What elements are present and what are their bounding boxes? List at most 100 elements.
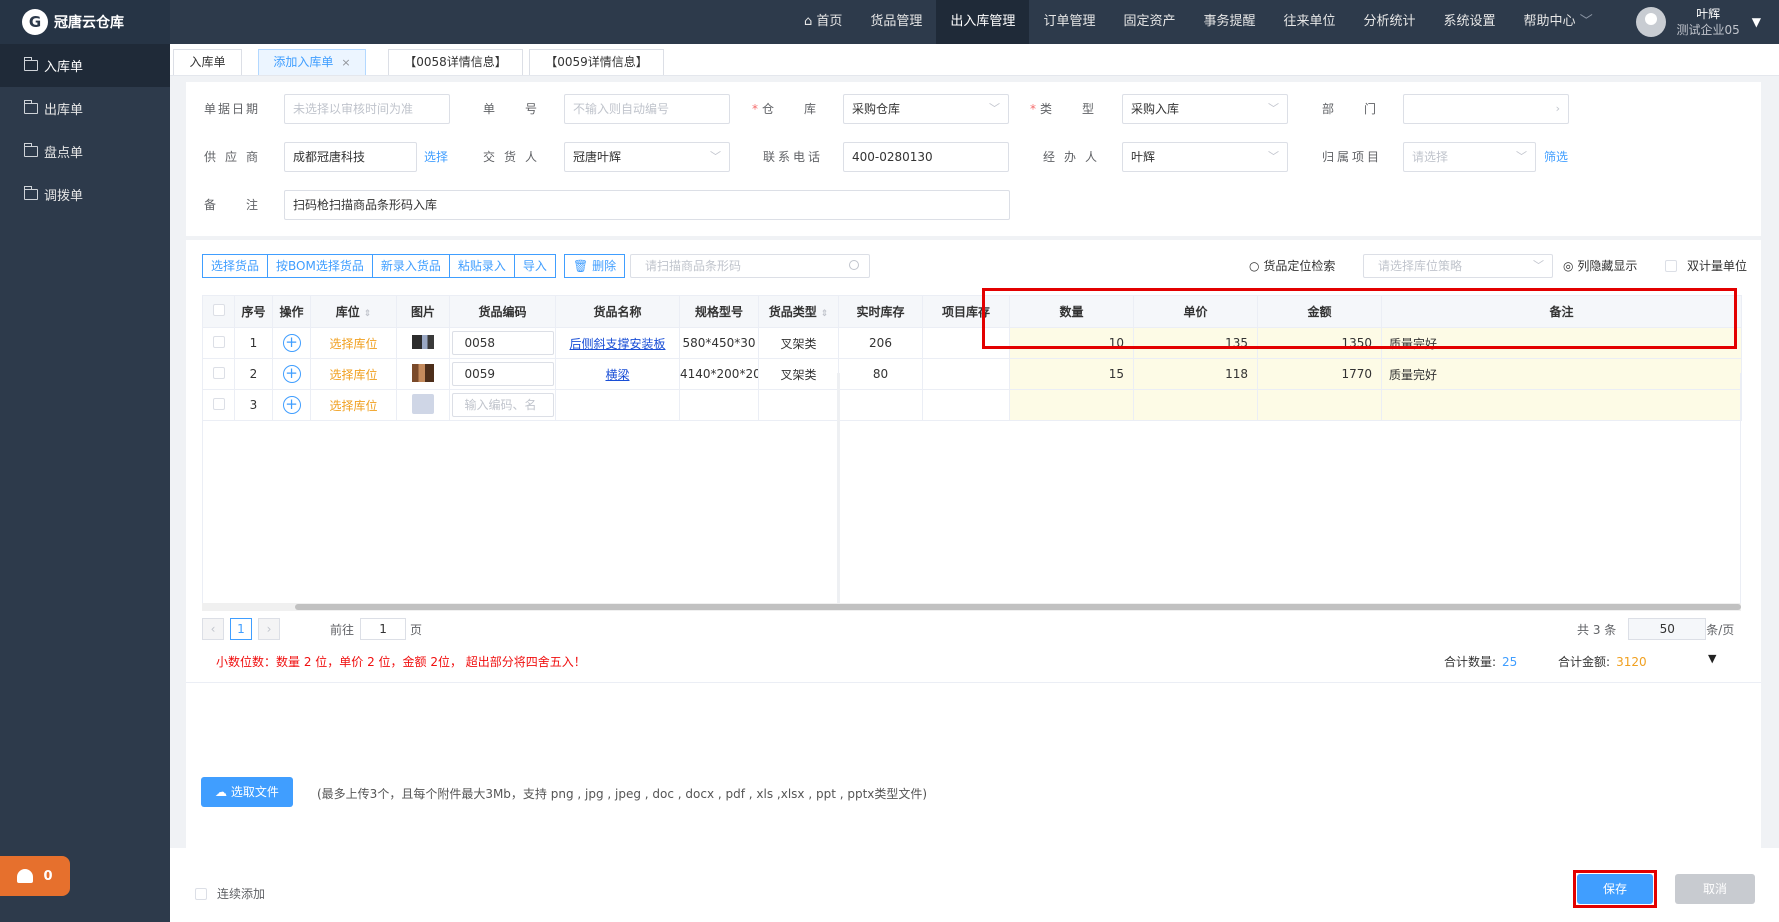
app-logo[interactable]: G 冠唐云仓库: [0, 0, 170, 44]
sidebar-item-transfer[interactable]: 调拨单: [0, 173, 170, 216]
highlight-box-qty-price-amount: [982, 288, 1737, 349]
row-checkbox[interactable]: [212, 335, 225, 348]
save-button[interactable]: 保存: [1577, 874, 1653, 904]
order-no-label: 单号: [483, 102, 568, 116]
col-goods-type[interactable]: 货品类型 ⇕: [758, 295, 839, 328]
sidebar-item-stocktake[interactable]: 盘点单: [0, 130, 170, 173]
goods-code-input[interactable]: 0058: [451, 331, 554, 355]
chevron-right-icon: ›: [1555, 102, 1560, 115]
page-size-select[interactable]: 50: [1628, 618, 1707, 640]
tab-add-inbound[interactable]: 添加入库单 ×: [258, 49, 366, 75]
add-row-icon[interactable]: +: [282, 334, 301, 352]
tab-0058-detail[interactable]: 【0058详情信息】: [388, 49, 523, 75]
col-action: 操作: [272, 295, 311, 328]
page-number[interactable]: 1: [230, 618, 252, 640]
search-icon: ○: [1249, 259, 1260, 273]
sort-icon[interactable]: ⇕: [364, 309, 372, 319]
chevron-down-icon: ﹀: [710, 150, 721, 163]
project-filter-link[interactable]: 筛选: [1544, 142, 1568, 172]
header-form: 单据日期 未选择以审核时间为准 单号 不输入则自动编号 * 仓库 采购仓库 ﹀ * 类…: [186, 82, 1761, 236]
nav-goods[interactable]: 货品管理: [856, 0, 936, 44]
grid-toolbar: 选择货品 按BOM选择货品 新录入货品 粘贴录入 导入: [202, 254, 556, 278]
nav-analytics[interactable]: 分析统计: [1350, 0, 1430, 44]
nav-help[interactable]: 帮助中心 ﹀: [1510, 0, 1607, 44]
continue-add-checkbox[interactable]: [195, 887, 207, 900]
select-all-cell[interactable]: [202, 295, 235, 328]
nav-settings[interactable]: 系统设置: [1430, 0, 1510, 44]
warehouse-select[interactable]: 采购仓库 ﹀: [843, 94, 1009, 124]
new-goods-button[interactable]: 新录入货品: [371, 254, 450, 278]
paste-entry-button[interactable]: 粘贴录入: [448, 254, 515, 278]
collapse-caret-icon[interactable]: ▼: [1708, 652, 1716, 665]
order-no-field[interactable]: 不输入则自动编号: [564, 94, 730, 124]
nav-orders[interactable]: 订单管理: [1029, 0, 1109, 44]
total-count: 共 3 条: [1577, 622, 1617, 637]
goods-name-link[interactable]: 后侧斜支撑安装板: [569, 337, 665, 351]
col-location[interactable]: 库位 ⇕: [310, 295, 397, 328]
folder-icon: [23, 100, 38, 114]
goods-stock: 206: [838, 327, 923, 359]
sort-icon[interactable]: ⇕: [821, 309, 829, 319]
barcode-scan-input[interactable]: 请扫描商品条形码: [630, 254, 870, 278]
user-menu[interactable]: 叶辉 测试企业05 ▼: [1636, 0, 1761, 44]
total-amount-value: 3120: [1616, 655, 1647, 669]
delete-button[interactable]: 🗑 删除: [564, 254, 626, 278]
eye-icon: ◎: [1563, 259, 1574, 273]
deliverer-select[interactable]: 冠唐叶辉 ﹀: [564, 142, 730, 172]
upload-file-button[interactable]: ☁ 选取文件: [201, 777, 293, 807]
select-goods-button[interactable]: 选择货品: [202, 254, 269, 278]
handler-select[interactable]: 叶辉 ﹀: [1122, 142, 1288, 172]
column-visibility-toggle[interactable]: ◎ 列隐藏显示: [1563, 254, 1637, 278]
handler-label: 经办人: [1043, 150, 1107, 164]
goto-page-input[interactable]: 1: [360, 618, 407, 640]
location-strategy-select[interactable]: 请选择库位策略 ﹀: [1363, 254, 1553, 278]
goods-spec: 580*450*30: [679, 327, 759, 359]
import-button[interactable]: 导入: [513, 254, 556, 278]
remark-field[interactable]: 扫码枪扫描商品条形码入库: [284, 190, 1010, 220]
close-icon[interactable]: ×: [341, 56, 350, 69]
cancel-button[interactable]: 取消: [1675, 874, 1755, 904]
continue-add-toggle[interactable]: 连续添加: [195, 885, 265, 902]
type-select[interactable]: 采购入库 ﹀: [1122, 94, 1288, 124]
sidebar: 入库单 出库单 盘点单 调拨单: [0, 44, 170, 922]
date-field[interactable]: 未选择以审核时间为准: [284, 94, 450, 124]
tab-inbound-list[interactable]: 入库单: [173, 49, 242, 75]
nav-home[interactable]: ⌂ 首页: [790, 0, 856, 44]
folder-icon: [23, 143, 38, 157]
remark-label: 备注: [204, 198, 289, 212]
pagination-info: 共 3 条 50 条/页: [1577, 617, 1734, 641]
select-by-bom-button[interactable]: 按BOM选择货品: [267, 254, 373, 278]
nav-assets[interactable]: 固定资产: [1109, 0, 1189, 44]
nav-inout[interactable]: 出入库管理: [936, 0, 1030, 44]
dual-unit-toggle[interactable]: 双计量单位: [1665, 254, 1747, 278]
scrollbar-thumb[interactable]: [295, 604, 1741, 610]
next-page-icon[interactable]: ›: [258, 618, 280, 640]
col-name: 货品名称: [555, 295, 680, 328]
supplier-choose-link[interactable]: 选择: [424, 142, 448, 172]
tab-0059-detail[interactable]: 【0059详情信息】: [529, 49, 664, 75]
horizontal-scrollbar[interactable]: [202, 603, 1741, 611]
sidebar-item-outbound[interactable]: 出库单: [0, 87, 170, 130]
project-select[interactable]: 请选择 ﹀: [1403, 142, 1536, 172]
project-label: 归属项目: [1322, 150, 1383, 164]
main-nav: ⌂ 首页 货品管理 出入库管理 订单管理 固定资产 事务提醒 往来单位 分析统计…: [790, 0, 1607, 44]
goods-thumbnail[interactable]: [412, 334, 434, 349]
alarm-icon: [17, 869, 34, 883]
phone-label: 联系电话: [763, 150, 824, 164]
caret-down-icon[interactable]: ▼: [1752, 15, 1761, 29]
dept-select[interactable]: ›: [1403, 94, 1569, 124]
nav-partners[interactable]: 往来单位: [1269, 0, 1349, 44]
locate-goods-search[interactable]: ○ 货品定位检索: [1249, 254, 1335, 278]
phone-field[interactable]: 400-0280130: [843, 142, 1009, 172]
row-seq: 1: [234, 327, 273, 359]
prev-page-icon[interactable]: ‹: [202, 618, 224, 640]
nav-reminders[interactable]: 事务提醒: [1189, 0, 1269, 44]
sidebar-item-inbound[interactable]: 入库单: [0, 44, 170, 87]
search-icon: [849, 260, 859, 270]
dual-unit-checkbox[interactable]: [1665, 260, 1677, 272]
select-location-link[interactable]: 选择库位: [310, 327, 397, 359]
alert-badge[interactable]: 0: [0, 856, 70, 896]
select-all-checkbox[interactable]: [212, 304, 225, 316]
col-spec: 规格型号: [679, 295, 759, 328]
supplier-field[interactable]: 成都冠唐科技: [284, 142, 417, 172]
